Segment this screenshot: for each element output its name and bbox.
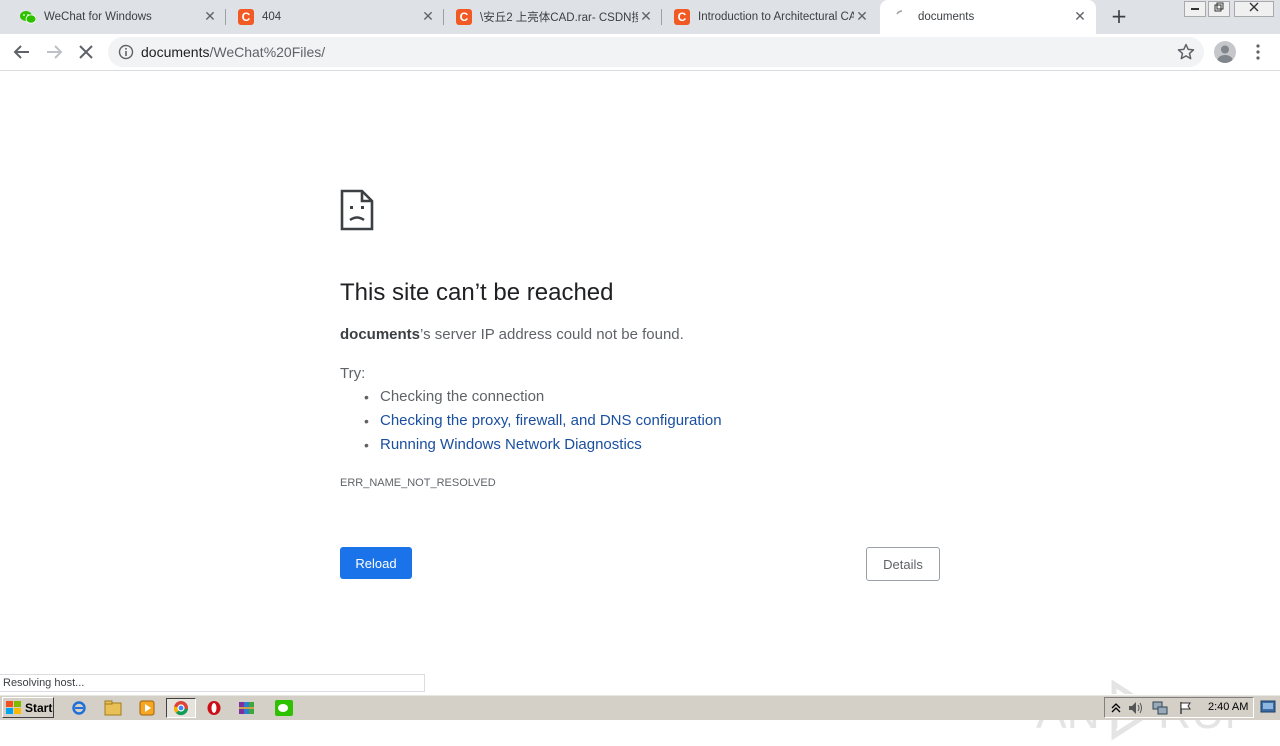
close-icon[interactable]: ✕ [202, 9, 218, 25]
file-explorer-icon[interactable] [102, 698, 124, 718]
bookmark-star-icon[interactable] [1176, 42, 1196, 62]
info-icon[interactable] [118, 44, 134, 60]
forward-button[interactable] [40, 38, 68, 66]
reload-button[interactable]: Reload [340, 547, 412, 579]
suggestion-list: Checking the connection Checking the pro… [364, 388, 722, 460]
tab-title: Introduction to Architectural CAD [698, 11, 854, 23]
volume-icon[interactable] [1128, 700, 1144, 716]
error-page: This site can’t be reached documents’s s… [0, 72, 1280, 741]
tab-title: \安丘2 上亮体CAD.rar- CSDN搜索 [480, 12, 638, 24]
action-center-flag-icon[interactable] [1178, 700, 1194, 716]
sad-page-icon [340, 189, 374, 231]
close-icon[interactable]: ✕ [1072, 9, 1088, 25]
tab-strip: WeChat for Windows ✕ C 404 ✕ C \安丘2 上亮体C… [0, 0, 1280, 34]
opera-icon[interactable] [203, 698, 225, 718]
chrome-icon[interactable] [166, 698, 196, 718]
window-close-button[interactable] [1234, 1, 1274, 17]
tab-csdn-search[interactable]: C \安丘2 上亮体CAD.rar- CSDN搜索 ✕ [444, 0, 662, 34]
stop-loading-button[interactable] [72, 38, 100, 66]
media-player-icon[interactable] [136, 698, 158, 718]
close-icon[interactable]: ✕ [854, 9, 870, 25]
tab-wechat[interactable]: WeChat for Windows ✕ [0, 0, 226, 34]
error-summary: documents’s server IP address could not … [340, 326, 684, 343]
suggestion-diagnostics-link[interactable]: Running Windows Network Diagnostics [364, 436, 722, 460]
page-title: This site can’t be reached [340, 279, 614, 306]
winrar-icon[interactable] [236, 698, 258, 718]
back-button[interactable] [8, 38, 36, 66]
start-button[interactable]: Start [2, 697, 54, 718]
suggestion-proxy-link[interactable]: Checking the proxy, firewall, and DNS co… [364, 412, 722, 436]
show-desktop-icon[interactable] [1260, 699, 1276, 715]
ie-icon[interactable] [68, 698, 90, 718]
taskbar: Start 2:40 AM [0, 694, 1280, 720]
wechat-taskbar-icon[interactable] [270, 698, 298, 718]
details-button[interactable]: Details [866, 547, 940, 581]
windows-logo-icon [6, 700, 21, 714]
wechat-icon [20, 9, 36, 25]
summary-text: ’s server IP address could not be found. [420, 326, 684, 343]
back-arrow-icon [13, 45, 29, 59]
url-path: /WeChat%20Files/ [209, 44, 326, 60]
address-bar[interactable]: documents/WeChat%20Files/ [108, 37, 1204, 67]
tab-title: WeChat for Windows [44, 11, 152, 23]
browser-toolbar: documents/WeChat%20Files/ [0, 34, 1280, 71]
restore-button[interactable] [1208, 1, 1230, 17]
menu-kebab-icon[interactable] [1250, 41, 1266, 63]
try-label: Try: [340, 365, 366, 382]
csdn-icon: C [456, 9, 472, 25]
tab-title: documents [918, 11, 975, 23]
tab-documents[interactable]: documents ✕ [880, 0, 1096, 34]
start-label: Start [25, 700, 53, 715]
tray-expand-icon[interactable] [1108, 700, 1124, 716]
status-bubble: Resolving host... [0, 674, 425, 692]
stop-icon [79, 45, 93, 59]
forward-arrow-icon [47, 45, 63, 59]
tab-architectural-cad[interactable]: C Introduction to Architectural CAD ✕ [662, 0, 878, 34]
profile-avatar-icon[interactable] [1214, 41, 1236, 63]
csdn-icon: C [674, 9, 690, 25]
error-code: ERR_NAME_NOT_RESOLVED [340, 477, 496, 489]
tab-404[interactable]: C 404 ✕ [226, 0, 444, 34]
loading-icon [894, 9, 910, 25]
tab-title: 404 [262, 11, 282, 23]
new-tab-button[interactable]: + [1108, 6, 1130, 28]
network-icon[interactable] [1152, 700, 1168, 716]
csdn-icon: C [238, 9, 254, 25]
summary-host: documents [340, 326, 421, 343]
close-icon[interactable]: ✕ [638, 9, 654, 25]
suggestion-check-connection: Checking the connection [364, 388, 722, 412]
url-text[interactable]: documents/WeChat%20Files/ [141, 44, 325, 60]
close-icon[interactable]: ✕ [420, 9, 436, 25]
url-host: documents [141, 44, 210, 60]
taskbar-clock[interactable]: 2:40 AM [1208, 701, 1248, 713]
minimize-button[interactable] [1184, 1, 1206, 17]
